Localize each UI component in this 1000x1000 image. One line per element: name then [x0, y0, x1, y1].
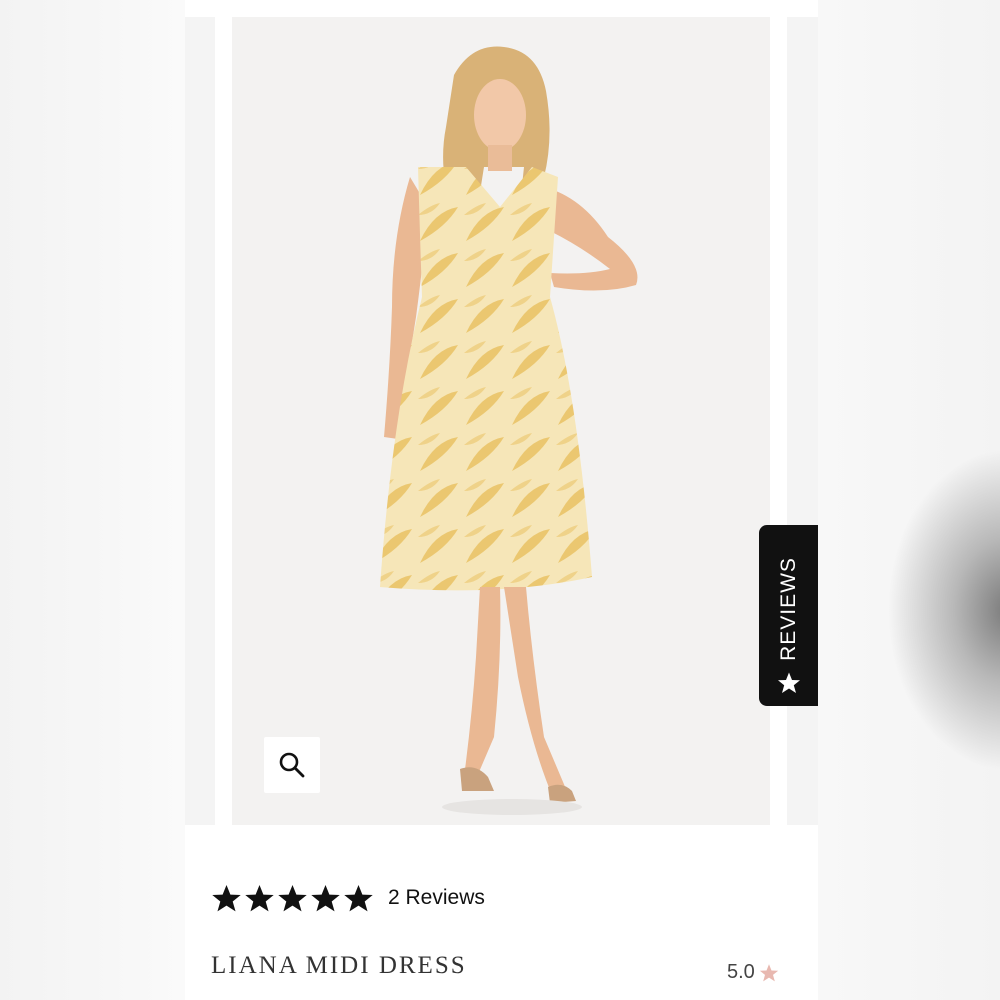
reviews-tab-label: REVIEWS: [776, 557, 800, 661]
product-title: LIANA MIDI DRESS: [211, 952, 467, 979]
rating-value: 5.0: [727, 961, 755, 983]
star-icon: [778, 672, 800, 693]
star-icon: [759, 963, 778, 981]
reviews-side-tab[interactable]: REVIEWS: [759, 525, 818, 706]
blurred-background-left: [0, 0, 185, 1000]
magnifier-icon: [279, 752, 305, 778]
star-filled-icon: [311, 884, 340, 911]
blurred-background-right: [818, 0, 1000, 1000]
product-image[interactable]: [232, 17, 770, 825]
star-filled-icon: [278, 884, 307, 911]
zoom-button[interactable]: [264, 737, 320, 793]
star-filled-icon: [245, 884, 274, 911]
star-filled-icon: [344, 884, 373, 911]
prev-image-peek[interactable]: [185, 17, 215, 825]
star-rating: [211, 883, 374, 914]
rating-summary[interactable]: 2 Reviews: [211, 880, 485, 916]
star-filled-icon: [212, 884, 241, 911]
review-count-link[interactable]: 2 Reviews: [388, 886, 485, 910]
rating-score: 5.0: [727, 961, 779, 984]
